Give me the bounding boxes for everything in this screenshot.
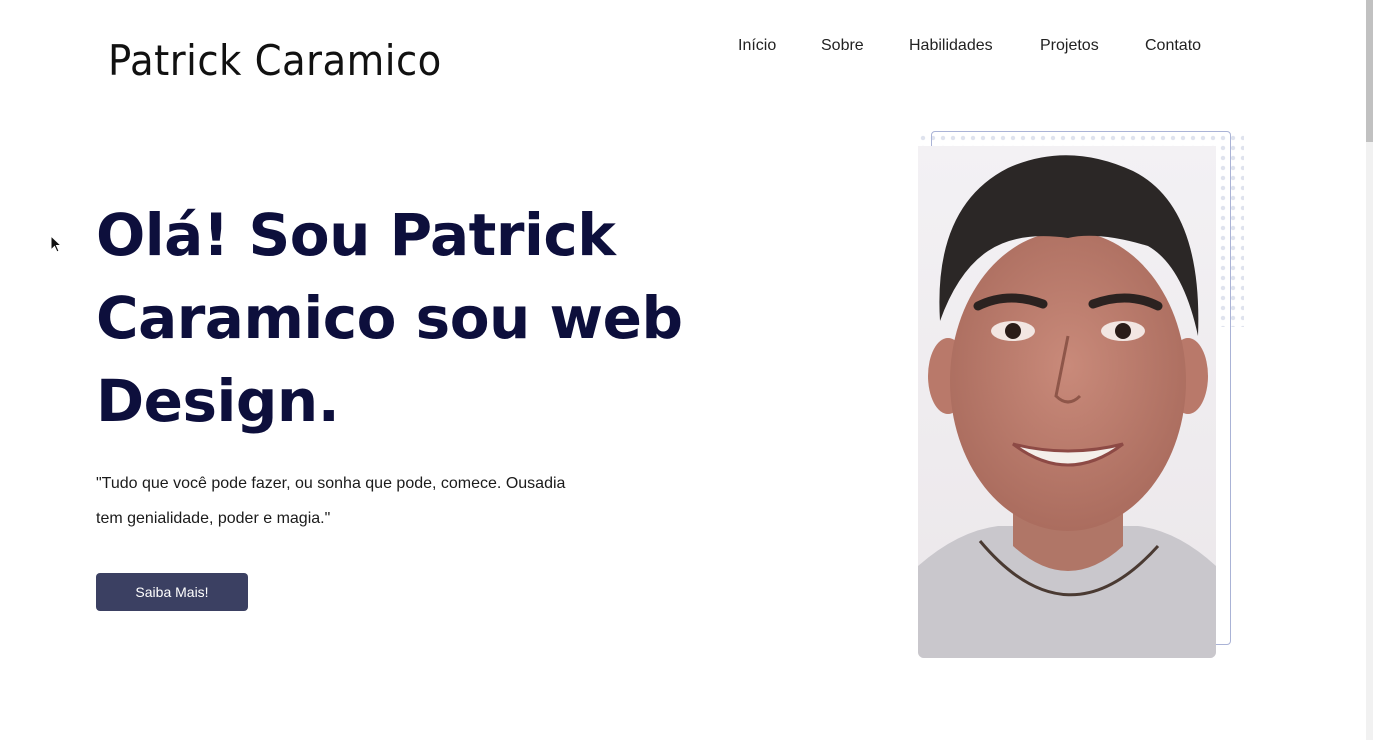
nav-link-projetos[interactable]: Projetos: [1040, 36, 1099, 56]
nav-link-habilidades[interactable]: Habilidades: [909, 36, 993, 56]
hero-title-line: Caramico sou web: [96, 284, 683, 352]
profile-photo-illustration: [918, 146, 1216, 658]
hero-quote: "Tudo que você pode fazer, ou sonha que …: [96, 466, 596, 536]
hero-quote-line: "Tudo que você pode fazer, ou sonha que …: [96, 475, 566, 492]
profile-photo: [918, 146, 1216, 658]
hero-title: Olá! Sou Patrick Caramico sou web Design…: [96, 194, 736, 443]
hero-quote-line: tem genialidade, poder e magia.": [96, 510, 331, 527]
page-scrollbar[interactable]: [1366, 0, 1373, 740]
mouse-pointer-icon: [50, 235, 63, 253]
nav-link-sobre[interactable]: Sobre: [821, 36, 864, 56]
hero-title-line: Design.: [96, 367, 340, 435]
saiba-mais-button[interactable]: Saiba Mais!: [96, 573, 248, 611]
scrollbar-thumb[interactable]: [1366, 0, 1373, 142]
hero-title-line: Olá! Sou Patrick: [96, 201, 616, 269]
site-logo[interactable]: Patrick Caramico: [108, 36, 442, 85]
nav-link-contato[interactable]: Contato: [1145, 36, 1201, 56]
nav-link-inicio[interactable]: Início: [738, 36, 776, 56]
